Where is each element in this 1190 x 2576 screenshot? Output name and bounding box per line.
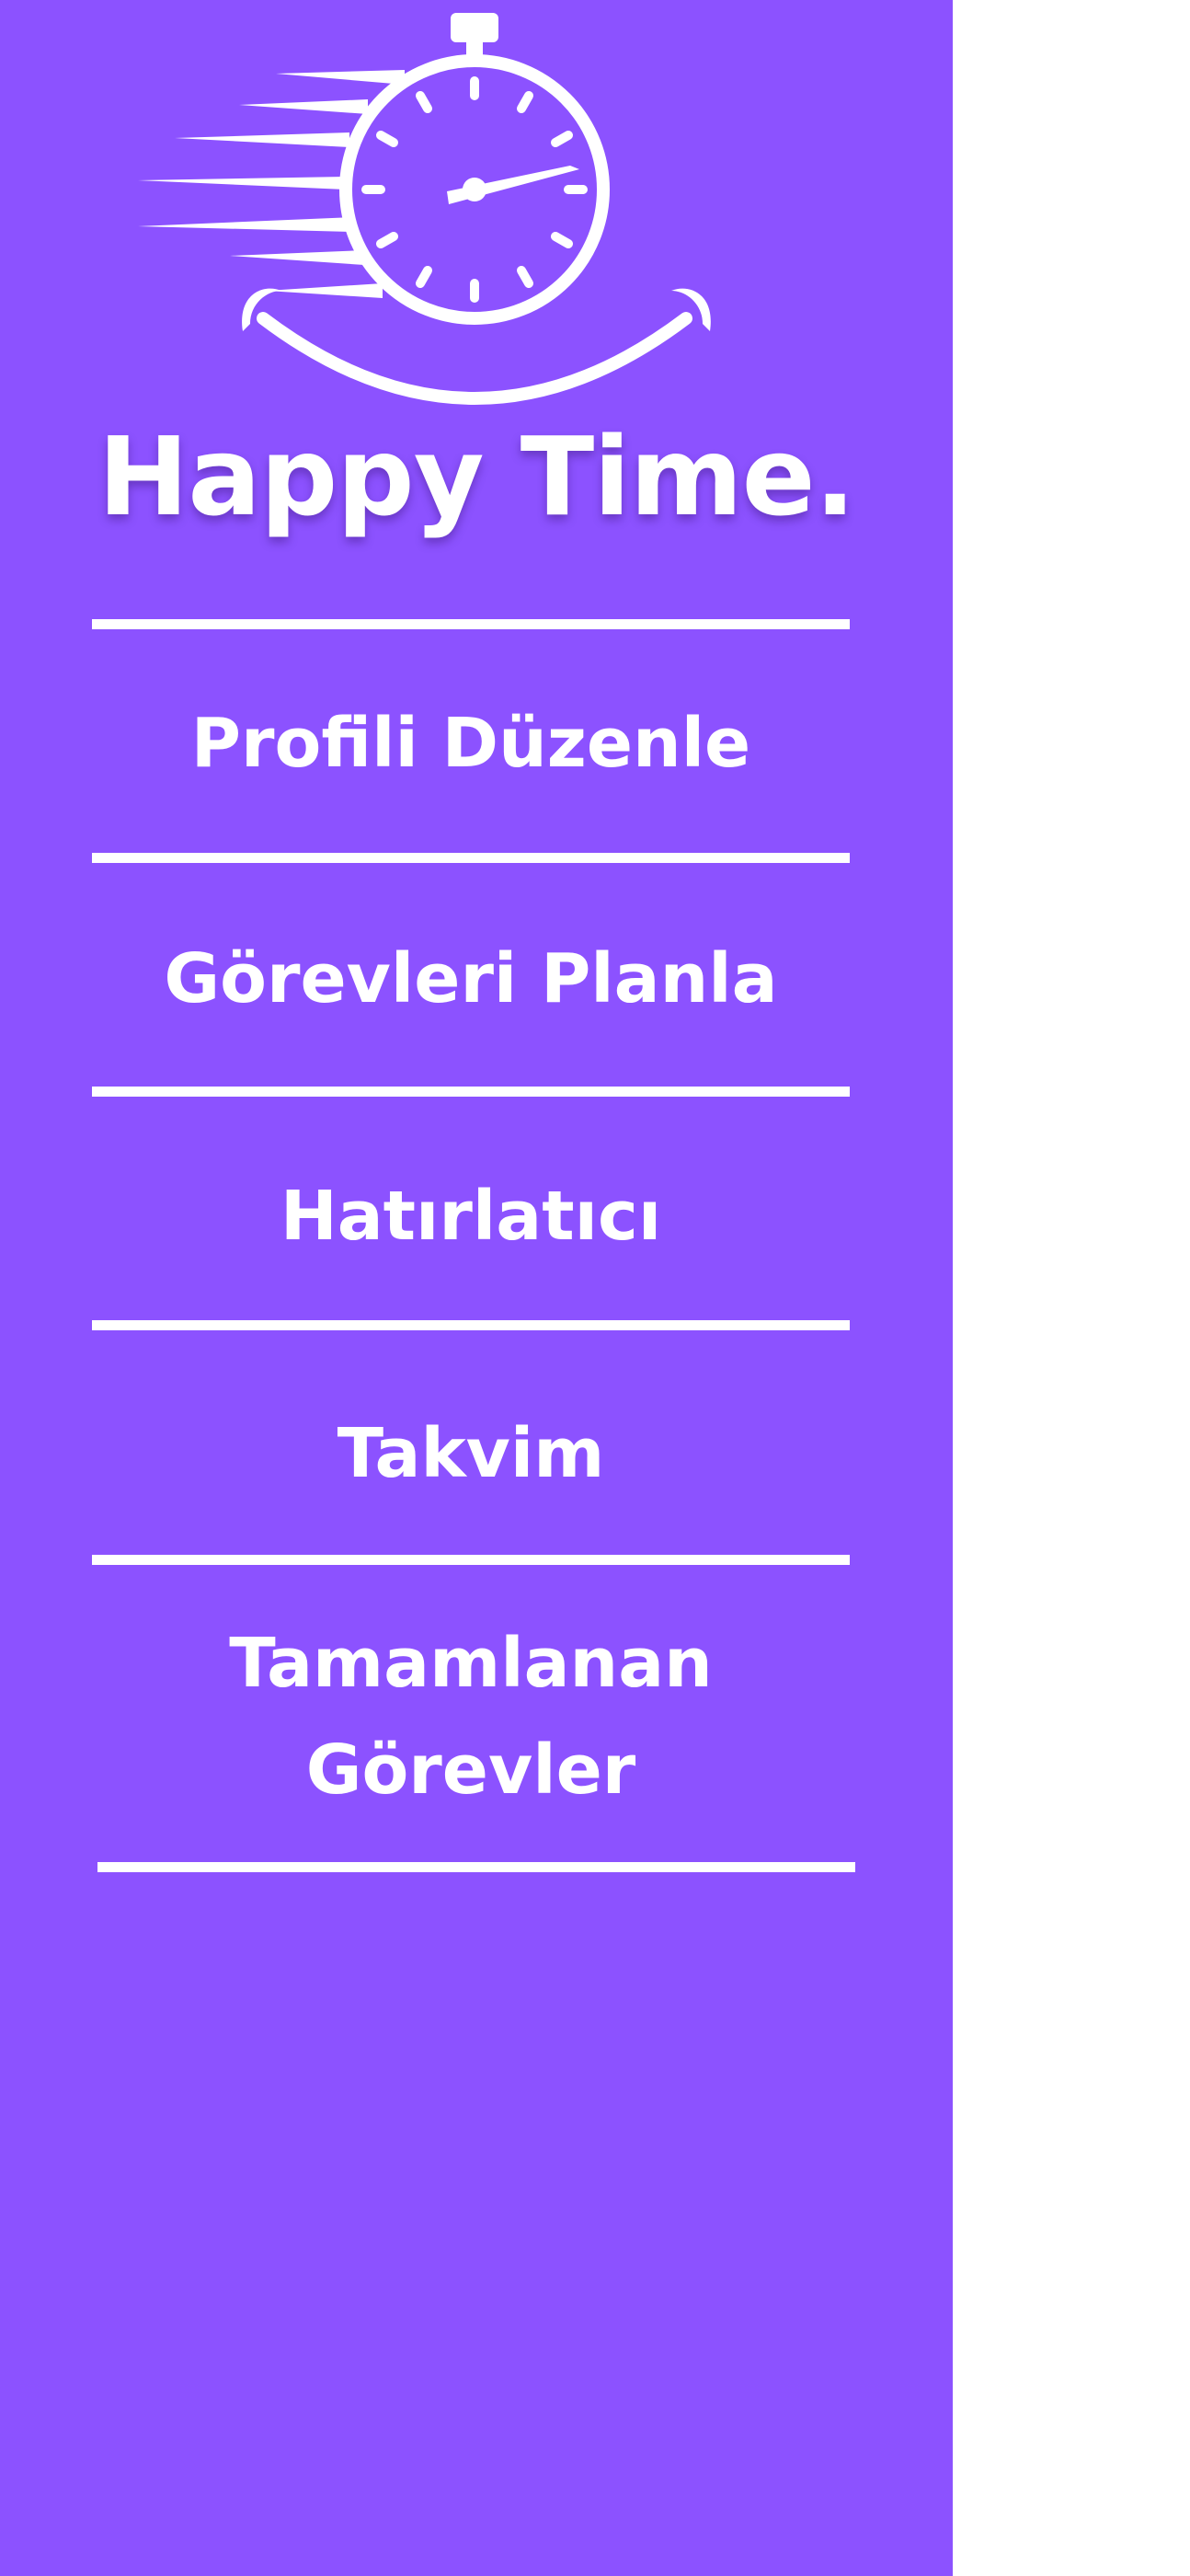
divider — [97, 1862, 855, 1872]
menu-item-reminder[interactable]: Hatırlatıcı — [92, 1163, 850, 1270]
content-area — [953, 0, 1190, 2576]
divider — [92, 853, 850, 863]
divider — [92, 1087, 850, 1097]
divider — [92, 1555, 850, 1565]
menu-item-completed-tasks[interactable]: Tamamlanan Görevler — [92, 1610, 850, 1823]
menu-item-plan-tasks[interactable]: Görevleri Planla — [92, 926, 850, 1032]
menu-item-label: Görevleri Planla — [164, 939, 778, 1018]
divider — [92, 1320, 850, 1330]
menu-item-label: Hatırlatıcı — [280, 1177, 662, 1256]
menu-item-label: Takvim — [337, 1414, 605, 1493]
sidebar: Happy Time. Profili Düzenle Görevleri Pl… — [0, 0, 953, 2576]
divider — [92, 619, 850, 629]
menu-item-label: Tamamlanan Görevler — [229, 1624, 713, 1810]
menu-item-label: Profili Düzenle — [190, 704, 751, 783]
menu-item-calendar[interactable]: Takvim — [92, 1400, 850, 1507]
stopwatch-smile-icon — [138, 13, 711, 405]
menu-item-edit-profile[interactable]: Profili Düzenle — [92, 690, 850, 797]
app-title: Happy Time. — [97, 413, 855, 540]
